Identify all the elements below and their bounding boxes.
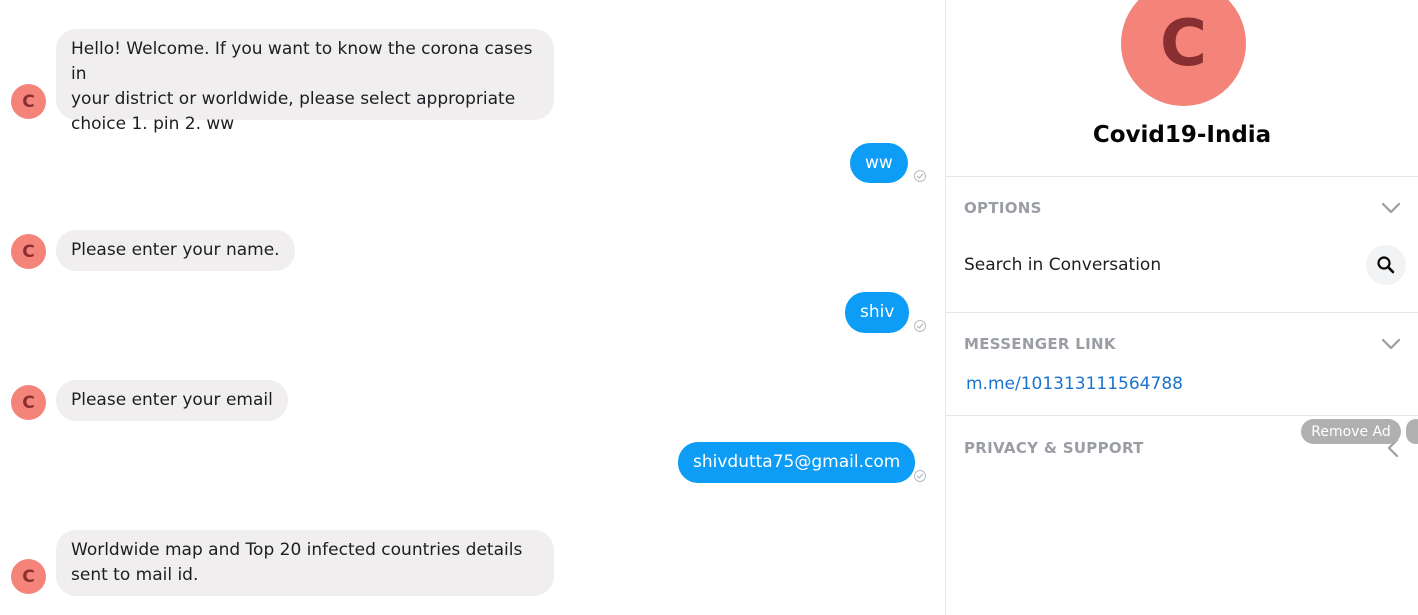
chevron-down-icon[interactable]	[1380, 201, 1402, 215]
chevron-down-icon[interactable]	[1380, 337, 1402, 351]
bot-avatar[interactable]: C	[11, 84, 46, 119]
messenger-link[interactable]: m.me/101313111564788	[966, 374, 1183, 394]
page-avatar[interactable]: C	[1121, 0, 1246, 106]
conversation-info-panel: C Covid19-India OPTIONS Search in Conver…	[946, 0, 1418, 615]
divider	[946, 415, 1418, 416]
remove-ad-button[interactable]: Remove Ad	[1301, 419, 1401, 444]
seen-check-icon	[914, 320, 926, 332]
ad-close-button[interactable]	[1406, 419, 1418, 444]
user-message-bubble: shivdutta75@gmail.com	[678, 442, 916, 483]
bot-avatar[interactable]: C	[11, 385, 46, 420]
seen-check-icon	[914, 470, 926, 482]
privacy-support-section-header[interactable]: PRIVACY & SUPPORT	[964, 439, 1144, 457]
messenger-link-section-header[interactable]: MESSENGER LINK	[964, 335, 1116, 353]
divider	[946, 312, 1418, 313]
bot-message-bubble: Please enter your email	[56, 380, 288, 421]
bot-message-bubble: Worldwide map and Top 20 infected countr…	[56, 530, 554, 596]
search-in-conversation-label[interactable]: Search in Conversation	[964, 255, 1161, 275]
search-button[interactable]	[1366, 245, 1406, 285]
conversation-pane: C Hello! Welcome. If you want to know th…	[0, 0, 945, 615]
search-icon	[1377, 256, 1395, 274]
bot-avatar[interactable]: C	[11, 559, 46, 594]
bot-message-bubble: Hello! Welcome. If you want to know the …	[56, 29, 554, 134]
options-section-header[interactable]: OPTIONS	[964, 199, 1042, 217]
user-message-bubble: shiv	[845, 292, 910, 333]
bot-avatar[interactable]: C	[11, 234, 46, 269]
user-message-bubble: ww	[850, 143, 908, 183]
divider	[946, 176, 1418, 177]
bot-message-bubble: Please enter your name.	[56, 230, 295, 271]
seen-check-icon	[914, 170, 926, 182]
page-title: Covid19-India	[1092, 122, 1272, 148]
